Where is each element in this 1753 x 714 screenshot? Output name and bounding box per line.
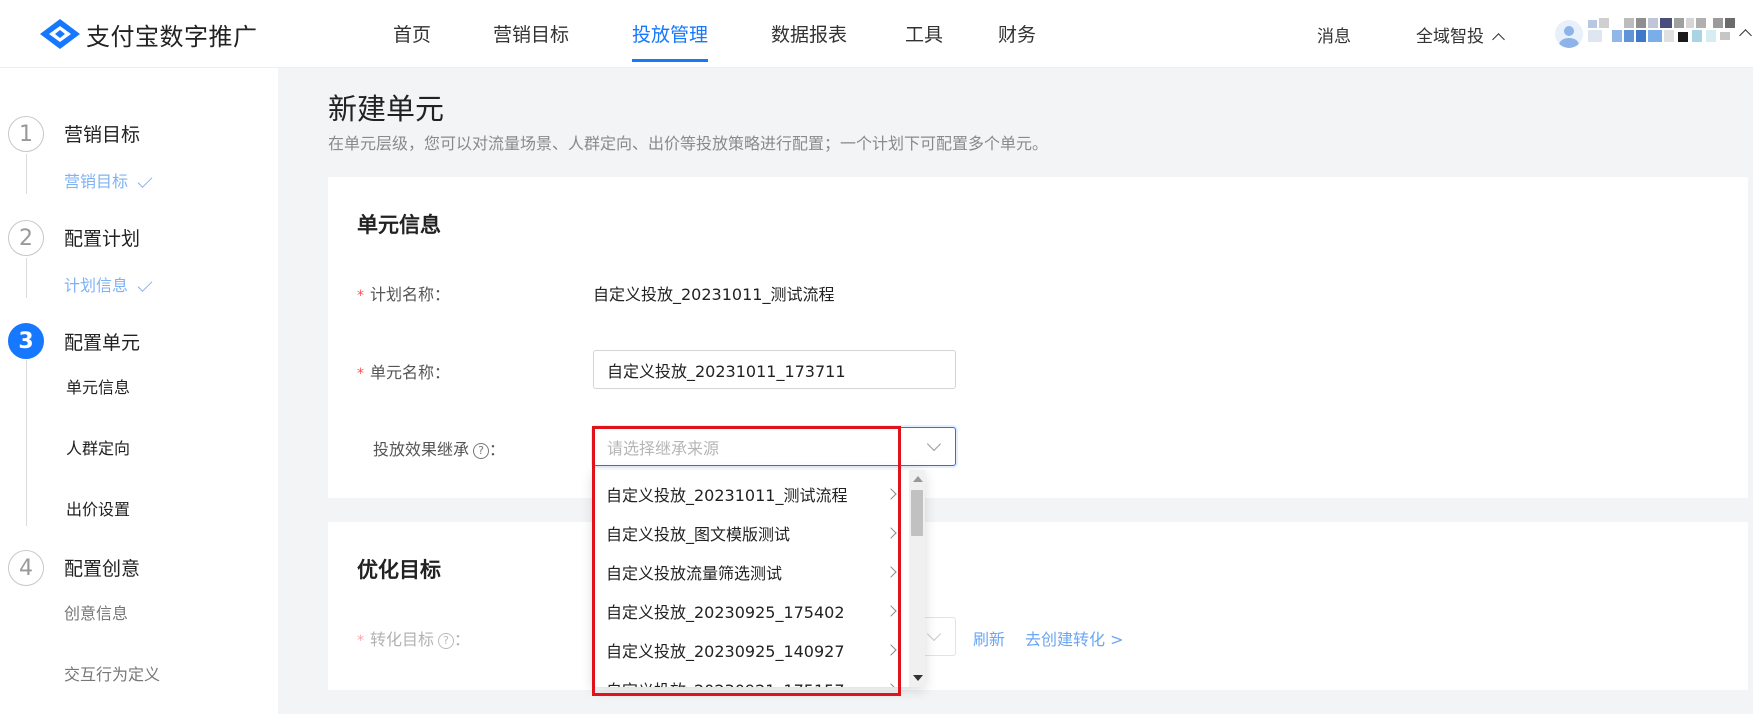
optimization-card: 优化目标 * 转化目标?： 刷新 去创建转化 > xyxy=(328,522,1748,690)
chevron-down-icon xyxy=(926,436,942,452)
user-avatar[interactable] xyxy=(1555,20,1583,48)
step-3-number: 3 xyxy=(8,323,44,359)
unit-name-input[interactable]: 自定义投放_20231011_173711 xyxy=(593,350,956,389)
step-1-number: 1 xyxy=(8,116,44,152)
chevron-right-icon xyxy=(885,683,897,687)
inherit-source-dropdown: 自定义投放_20231011_测试流程 自定义投放_图文模版测试 自定义投放流量… xyxy=(593,470,925,687)
dropdown-option[interactable]: 自定义投放_20231011_测试流程 xyxy=(593,474,909,513)
dropdown-option[interactable]: 自定义投放_20230925_175402 xyxy=(593,591,909,630)
chevron-right-icon xyxy=(885,605,897,617)
smart-delivery-label: 全域智投 xyxy=(1416,27,1484,47)
unit-info-card: 单元信息 * 计划名称： 自定义投放_20231011_测试流程 * 单元名称： 自… xyxy=(328,177,1748,498)
alipay-diamond-icon xyxy=(40,19,80,49)
check-icon xyxy=(137,173,153,188)
step-connector xyxy=(26,154,27,194)
alipay-logo[interactable]: 支付宝数字推广 xyxy=(38,14,258,54)
help-circle-icon[interactable]: ? xyxy=(473,443,490,459)
messages-link[interactable]: 消息 xyxy=(1317,22,1351,47)
dropdown-option[interactable]: 自定义投放_图文模版测试 xyxy=(593,513,909,552)
chevron-right-icon xyxy=(885,488,897,500)
top-navigation-bar: 支付宝数字推广 首页 营销目标 投放管理 数据报表 工具 财务 消息 全域智投 xyxy=(0,0,1753,68)
nav-tools[interactable]: 工具 xyxy=(905,20,943,60)
page-description: 在单元层级，您可以对流量场景、人群定向、出价等投放策略进行配置；一个计划下可配置… xyxy=(328,134,1049,153)
step-1-title[interactable]: 营销目标 xyxy=(64,120,140,147)
inherit-source-placeholder: 请选择继承来源 xyxy=(607,438,720,458)
unit-name-label: * 单元名称： xyxy=(357,363,451,382)
smart-delivery-menu[interactable]: 全域智投 xyxy=(1416,22,1505,47)
required-asterisk-icon: * xyxy=(357,288,364,304)
step-3-sub-unit-info[interactable]: 单元信息 xyxy=(66,374,130,398)
masked-username[interactable] xyxy=(1588,18,1743,44)
required-asterisk-icon: * xyxy=(357,366,364,382)
step-4-sub-creative-info[interactable]: 创意信息 xyxy=(64,600,128,624)
required-asterisk-icon: * xyxy=(357,633,364,649)
chevron-up-icon xyxy=(1492,33,1505,46)
step-2-sub-plan-info[interactable]: 计划信息 xyxy=(64,272,153,296)
help-circle-icon[interactable]: ? xyxy=(438,633,455,649)
dropdown-option[interactable]: 自定义投放流量筛选测试 xyxy=(593,552,909,591)
step-2-number: 2 xyxy=(8,220,44,256)
nav-data-reports[interactable]: 数据报表 xyxy=(771,20,847,60)
step-3-sub-bidding[interactable]: 出价设置 xyxy=(66,496,130,520)
plan-name-value: 自定义投放_20231011_测试流程 xyxy=(593,285,835,304)
step-connector xyxy=(26,360,27,526)
logo-text: 支付宝数字推广 xyxy=(86,22,258,51)
unit-info-title: 单元信息 xyxy=(357,213,441,237)
step-4-title[interactable]: 配置创意 xyxy=(64,554,140,581)
nav-home[interactable]: 首页 xyxy=(393,20,431,60)
inherit-source-select[interactable]: 请选择继承来源 xyxy=(593,427,956,466)
plan-name-label: * 计划名称： xyxy=(357,285,451,304)
scroll-up-arrow-icon[interactable] xyxy=(913,476,923,482)
check-icon xyxy=(137,277,153,292)
step-3-title[interactable]: 配置单元 xyxy=(64,328,140,355)
page-title: 新建单元 xyxy=(328,92,445,126)
dropdown-option[interactable]: 自定义投放_20230921_175157 xyxy=(593,669,909,687)
chevron-down-icon xyxy=(926,626,942,642)
chevron-right-icon xyxy=(885,566,897,578)
chevron-right-icon xyxy=(885,644,897,656)
nav-finance[interactable]: 财务 xyxy=(998,20,1036,60)
scroll-thumb[interactable] xyxy=(911,490,923,536)
scroll-down-arrow-icon[interactable] xyxy=(913,675,923,681)
create-conversion-link[interactable]: 去创建转化 > xyxy=(1025,626,1124,650)
refresh-link[interactable]: 刷新 xyxy=(973,626,1005,650)
steps-sidebar: 1 营销目标 营销目标 2 配置计划 计划信息 3 配置单元 单元信息 人群定向… xyxy=(0,68,278,714)
step-connector xyxy=(26,258,27,298)
dropdown-scrollbar[interactable] xyxy=(909,470,925,687)
step-3-sub-audience[interactable]: 人群定向 xyxy=(66,435,130,459)
step-1-sub-marketing-goal[interactable]: 营销目标 xyxy=(64,168,153,192)
conversion-goal-label: * 转化目标?： xyxy=(357,630,471,649)
nav-delivery-management[interactable]: 投放管理 xyxy=(632,20,709,62)
dropdown-option[interactable]: 自定义投放_20230925_140927 xyxy=(593,630,909,669)
optimization-title: 优化目标 xyxy=(357,558,441,582)
step-2-title[interactable]: 配置计划 xyxy=(64,224,140,251)
inherit-label: 投放效果继承?： xyxy=(373,440,506,459)
step-4-sub-interaction[interactable]: 交互行为定义 xyxy=(64,661,160,685)
chevron-right-icon xyxy=(885,527,897,539)
step-4-number: 4 xyxy=(8,550,44,586)
nav-marketing-goals[interactable]: 营销目标 xyxy=(493,20,569,60)
